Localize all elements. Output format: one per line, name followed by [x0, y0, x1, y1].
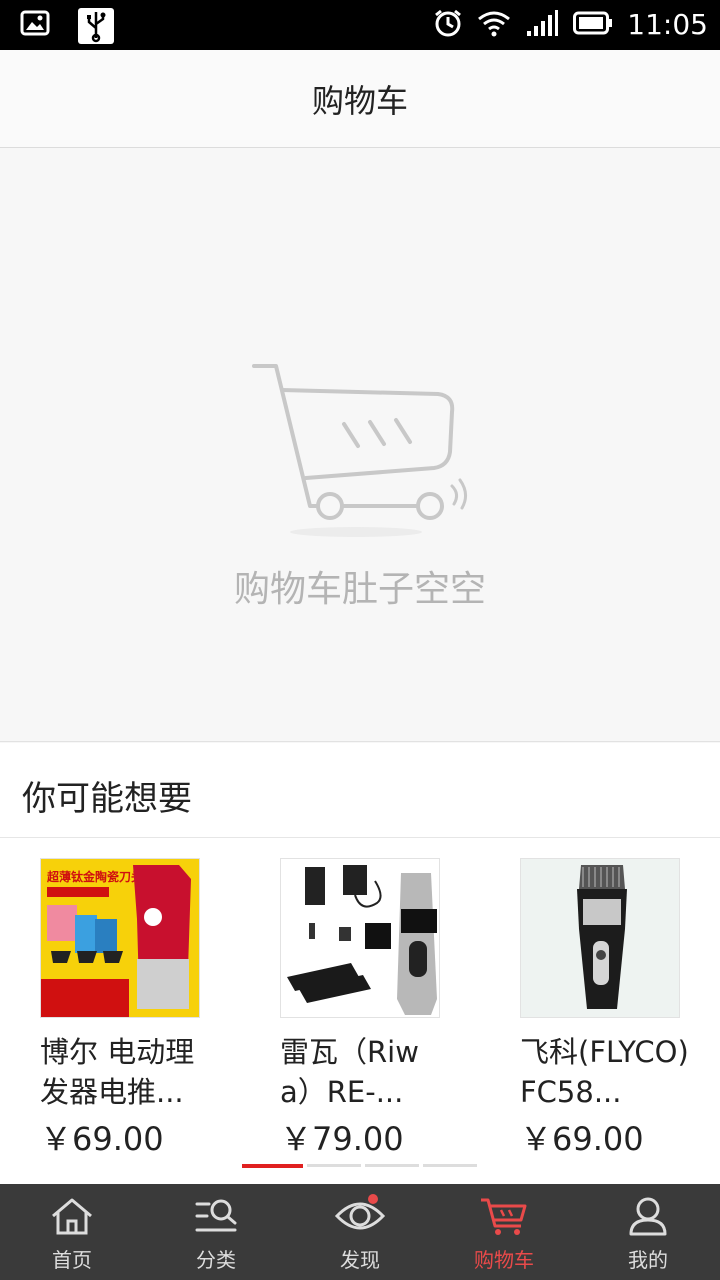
tab-category[interactable]: 分类 [144, 1184, 288, 1280]
product-image-1[interactable]: 超薄钛金陶瓷刀头 [40, 858, 200, 1018]
empty-cart-icon [248, 360, 472, 544]
product-image-caption: 超薄钛金陶瓷刀头 [46, 869, 143, 884]
product-name-1[interactable]: 博尔 电动理发器电推... [40, 1032, 210, 1112]
tab-label-cart: 购物车 [474, 1248, 534, 1272]
page-title: 购物车 [311, 81, 408, 120]
product-card-2[interactable]: 雷瓦（Riwa）RE-... ￥79.00 [280, 858, 460, 1160]
recommend-header: 你可能想要 [0, 743, 720, 838]
eye-icon [334, 1196, 386, 1240]
signal-icon [525, 9, 559, 41]
product-price-2: ￥79.00 [280, 1120, 404, 1158]
tab-discover[interactable]: 发现 [288, 1184, 432, 1280]
tab-cart[interactable]: 购物车 [432, 1184, 576, 1280]
tab-label-mine: 我的 [628, 1248, 668, 1272]
product-name-2[interactable]: 雷瓦（Riwa）RE-... [280, 1032, 450, 1112]
product-image-3[interactable] [520, 858, 680, 1018]
carousel-pager [242, 1164, 477, 1168]
header: 购物车 [0, 50, 720, 148]
category-search-icon [193, 1196, 239, 1240]
pager-dot [307, 1164, 361, 1167]
tab-home[interactable]: 首页 [0, 1184, 144, 1280]
pager-dot-active [242, 1164, 303, 1168]
battery-icon [573, 11, 613, 39]
image-notification-icon [20, 8, 50, 48]
notification-dot [368, 1194, 378, 1204]
product-price-1: ￥69.00 [40, 1120, 164, 1158]
bottom-tab-bar: 首页 分类 发现 购物车 我的 [0, 1184, 720, 1280]
product-price-3: ￥69.00 [520, 1120, 644, 1158]
status-bar: 11:05 [0, 0, 720, 50]
product-card-1[interactable]: 超薄钛金陶瓷刀头 博尔 电动理发器电推... ￥69.00 [40, 858, 220, 1160]
tab-mine[interactable]: 我的 [576, 1184, 720, 1280]
product-name-3[interactable]: 飞科(FLYCO)FC58... [520, 1032, 690, 1112]
pager-dot [423, 1164, 477, 1167]
product-card-3[interactable]: 飞科(FLYCO)FC58... ￥69.00 [520, 858, 700, 1160]
empty-cart-message: 购物车肚子空空 [233, 569, 486, 610]
empty-cart-panel: 购物车肚子空空 [0, 148, 720, 742]
home-icon [49, 1196, 95, 1240]
tab-label-home: 首页 [52, 1248, 92, 1272]
pager-dot [365, 1164, 419, 1167]
tab-label-discover: 发现 [340, 1248, 380, 1272]
wifi-icon [477, 9, 511, 41]
status-time: 11:05 [627, 8, 708, 41]
tab-label-category: 分类 [196, 1248, 236, 1272]
cart-icon [479, 1196, 529, 1240]
alarm-icon [433, 8, 463, 42]
recommend-title: 你可能想要 [22, 779, 192, 819]
user-icon [625, 1196, 671, 1240]
product-image-2[interactable] [280, 858, 440, 1018]
usb-icon [78, 8, 114, 48]
recommend-carousel[interactable]: 超薄钛金陶瓷刀头 博尔 电动理发器电推... ￥69.00 雷瓦（Riwa）RE… [0, 838, 720, 1184]
